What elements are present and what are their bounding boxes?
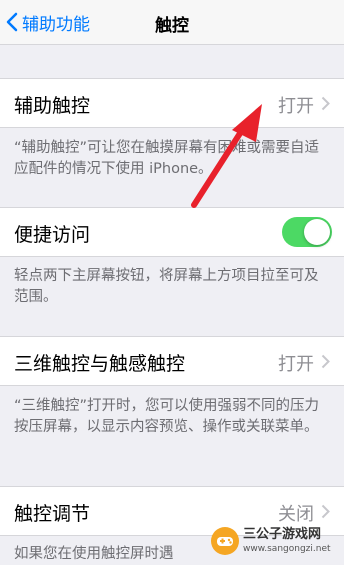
page-title: 触控 <box>155 16 189 36</box>
chevron-right-icon <box>321 96 330 111</box>
reachability-row: 便捷访问 <box>0 207 344 257</box>
touch-3d-value: 打开 <box>278 354 314 375</box>
toggle-knob <box>304 219 330 245</box>
watermark-url: www.sangongzi.net <box>243 544 331 554</box>
touch-accommodations-label: 触控调节 <box>14 503 91 525</box>
chevron-right-icon <box>321 354 330 369</box>
assistive-touch-label: 辅助触控 <box>14 95 91 117</box>
assistive-touch-description: “辅助触控”可让您在触摸屏幕有困难或需要自适应配件的情况下使用 iPhone。 <box>14 140 320 177</box>
reachability-label: 便捷访问 <box>14 224 91 246</box>
watermark-name: 三公子游戏网 <box>243 527 322 542</box>
reachability-toggle[interactable] <box>282 217 332 247</box>
gamepad-logo-icon <box>211 527 239 555</box>
assistive-touch-value: 打开 <box>278 96 314 117</box>
reachability-description: 轻点两下主屏幕按钮，将屏幕上方项目拉至可及范围。 <box>14 268 319 305</box>
touch-accommodations-value: 关闭 <box>278 504 314 525</box>
annotation-arrow-icon <box>191 104 262 208</box>
watermark: 三公子游戏网 www.sangongzi.net <box>210 524 342 558</box>
chevron-right-icon <box>321 504 330 519</box>
navigation-bar: 辅助功能 触控 <box>0 0 344 45</box>
touch-3d-description: “三维触控”打开时，您可以使用强弱不同的压力按压屏幕，以显示内容预览、操作或关联… <box>14 398 320 435</box>
touch-3d-row[interactable]: 三维触控与触感触控 打开 <box>0 336 344 386</box>
assistive-touch-row[interactable]: 辅助触控 打开 <box>0 78 344 128</box>
touch-3d-label: 三维触控与触感触控 <box>14 353 186 375</box>
